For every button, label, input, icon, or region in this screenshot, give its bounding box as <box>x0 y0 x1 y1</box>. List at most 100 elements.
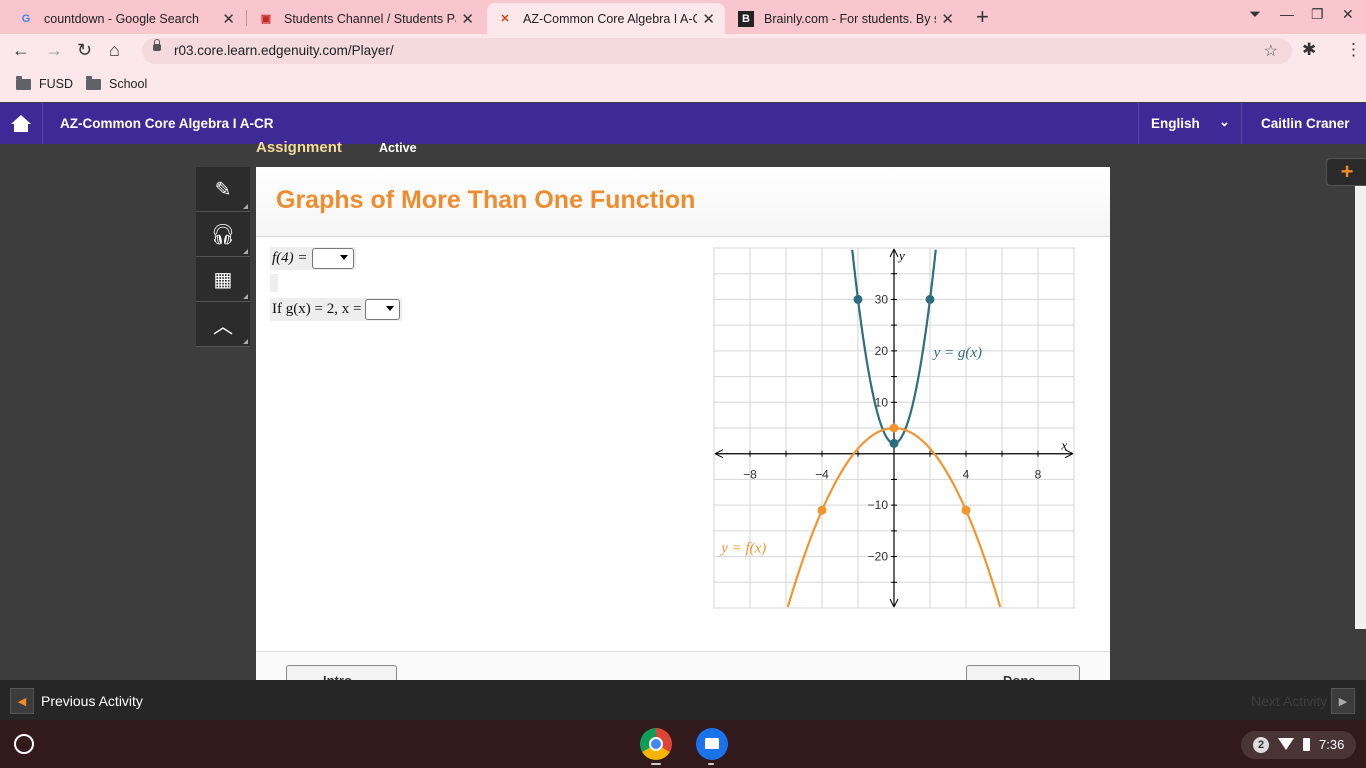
next-activity-label: Next Activity <box>1251 693 1328 709</box>
files-icon[interactable] <box>696 728 728 760</box>
activity-nav-bar: ◀ Previous Activity Next Activity ▶ <box>0 680 1366 720</box>
chrome-icon[interactable] <box>640 728 672 760</box>
headphones-icon: 🎧︎ <box>210 223 236 246</box>
g-curve-label: y = g(x) <box>932 345 982 361</box>
done-button[interactable]: Done <box>966 665 1080 681</box>
notification-badge: 2 <box>1253 737 1269 753</box>
new-tab-icon[interactable]: + <box>976 4 989 30</box>
bookmark-star-icon[interactable]: ☆ <box>1264 41 1278 61</box>
language-label: English <box>1151 116 1200 131</box>
os-shelf <box>0 720 1366 768</box>
close-window-icon[interactable]: ✕ <box>1342 6 1354 23</box>
extensions-icon[interactable]: ✱ <box>1302 40 1316 60</box>
audio-tool[interactable]: 🎧︎ <box>196 212 250 257</box>
language-select[interactable]: English ⌄ <box>1138 103 1242 144</box>
y-tick-label: 10 <box>875 395 889 409</box>
home-browser-icon[interactable]: ⌂ <box>109 40 120 61</box>
calculator-icon: ▦ <box>213 268 233 291</box>
app-header: AZ-Common Core Algebra I A-CR English ⌄ … <box>0 103 1366 144</box>
tab-edgenuity[interactable]: ✕ AZ-Common Core Algebra I A-CR ✕ <box>487 3 725 34</box>
tool-strip: ✎ 🎧︎ ▦ ︿ <box>196 167 250 347</box>
add-button[interactable]: + <box>1326 158 1366 186</box>
status-label: Active <box>379 141 417 155</box>
data-point <box>853 294 863 304</box>
launcher-icon[interactable] <box>14 734 34 754</box>
bookmark-label: School <box>109 77 148 91</box>
bookmark-school[interactable]: School <box>86 75 148 91</box>
x-tick-label: −4 <box>815 468 829 482</box>
function-graph: −8 −4 4 8 30 20 10 −10 −20 x y y = g(x) y = f(x) <box>713 247 1075 609</box>
close-icon[interactable]: ✕ <box>702 10 715 28</box>
home-button[interactable] <box>0 103 43 144</box>
status-tray[interactable]: 2 7:36 <box>1241 731 1356 759</box>
question-text: If g(x) = 2, x = <box>272 301 362 317</box>
pencil-icon: ✎ <box>214 178 232 201</box>
back-icon[interactable]: ← <box>12 40 30 61</box>
tab-students-channel[interactable]: ▣ Students Channel / Students Pa ✕ <box>248 3 484 34</box>
pencil-tool[interactable]: ✎ <box>196 167 250 212</box>
close-icon[interactable]: ✕ <box>222 10 235 28</box>
close-icon[interactable]: ✕ <box>941 10 954 28</box>
next-activity-button[interactable]: ▶ <box>1331 688 1355 714</box>
tab-google-search[interactable]: G countdown - Google Search ✕ <box>0 3 245 34</box>
url-text: r03.core.learn.edgenuity.com/Player/ <box>174 43 394 58</box>
tab-search-icon[interactable]: ⏷ <box>1249 6 1261 23</box>
bookmark-fusd[interactable]: FUSD <box>16 75 74 91</box>
tab-brainly[interactable]: B Brainly.com - For students. By st ✕ <box>728 3 964 34</box>
calculator-tool[interactable]: ▦ <box>196 257 250 302</box>
home-icon <box>11 115 31 132</box>
close-icon[interactable]: ✕ <box>461 10 474 28</box>
lock-icon <box>153 39 161 51</box>
answer-dropdown-gx[interactable] <box>365 299 401 320</box>
tab-title: AZ-Common Core Algebra I A-CR <box>523 11 697 26</box>
forward-icon[interactable]: → <box>45 40 63 61</box>
page-title: Graphs of More Than One Function <box>276 186 696 214</box>
intro-button[interactable]: Intro <box>286 665 397 681</box>
brainly-icon: B <box>738 10 754 27</box>
fusd-icon: ▣ <box>260 13 272 25</box>
running-indicator <box>651 763 661 765</box>
reload-icon[interactable]: ↻ <box>77 40 92 61</box>
scrollbar[interactable] <box>1355 186 1366 629</box>
restore-icon[interactable]: ❐ <box>1311 6 1324 23</box>
address-bar[interactable]: r03.core.learn.edgenuity.com/Player/ ☆ <box>142 38 1292 64</box>
running-indicator <box>708 763 714 765</box>
caret-right-icon: ▶ <box>1338 695 1348 708</box>
y-tick-label: 30 <box>875 292 889 306</box>
minimize-icon[interactable]: — <box>1280 6 1294 22</box>
activity-panel: Graphs of More Than One Function f(4) = … <box>256 167 1110 681</box>
x-tick-label: −8 <box>743 468 757 482</box>
x-tick-label: 8 <box>1035 468 1042 482</box>
tab-title: Brainly.com - For students. By st <box>764 11 936 26</box>
menu-icon[interactable]: ⋮ <box>1345 40 1362 60</box>
course-title: AZ-Common Core Algebra I A-CR <box>60 116 274 131</box>
y-tick-label: −10 <box>868 498 889 512</box>
question-f4: f(4) = <box>270 247 356 270</box>
answer-dropdown-f4[interactable] <box>311 248 354 269</box>
data-point <box>925 294 935 304</box>
wifi-icon <box>1278 738 1294 750</box>
tab-title: Students Channel / Students Pa <box>284 11 456 26</box>
chevron-down-icon: ⌄ <box>1219 114 1230 129</box>
bookmarks-bar: FUSD School <box>0 68 1366 102</box>
folder-icon <box>16 75 31 90</box>
google-icon: G <box>21 12 31 25</box>
previous-activity-label[interactable]: Previous Activity <box>41 693 143 709</box>
blank-line <box>270 274 278 292</box>
y-tick-label: −20 <box>868 550 889 564</box>
assignment-label: Assignment <box>256 139 342 156</box>
y-axis-label: y <box>897 248 905 263</box>
formula-tool[interactable]: ︿ <box>196 302 250 347</box>
data-point <box>817 505 827 515</box>
folder-icon <box>86 75 101 90</box>
data-point <box>889 438 899 448</box>
clock: 7:36 <box>1319 737 1345 752</box>
previous-activity-button[interactable]: ◀ <box>10 688 34 714</box>
caret-left-icon: ◀ <box>17 695 27 708</box>
data-point <box>961 505 971 515</box>
user-name[interactable]: Caitlin Craner <box>1261 116 1350 131</box>
tab-title: countdown - Google Search <box>44 11 199 26</box>
bookmark-label: FUSD <box>39 77 74 91</box>
data-point <box>889 423 899 433</box>
question-gx: If g(x) = 2, x = <box>270 298 403 321</box>
